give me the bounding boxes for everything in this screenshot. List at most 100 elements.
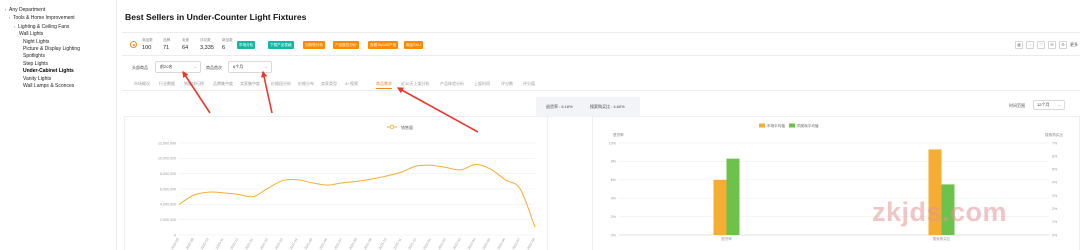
- tab-product-demand[interactable]: 商品需求: [376, 81, 392, 89]
- brand-select[interactable]: 前20名 ⌄: [155, 61, 201, 73]
- tab-rating-value[interactable]: 评分值: [523, 81, 535, 87]
- metrics-summary: 退货率 : 6.16% 搜索购买比 : 4.60%: [536, 97, 640, 117]
- x-tick-label: 2021-09: [363, 237, 373, 250]
- grid-icon[interactable]: ▦: [1015, 41, 1023, 49]
- category-label: Step Lights: [23, 60, 49, 67]
- y-tick-label: 2,000,000: [160, 218, 176, 222]
- right-tick-label: 6%: [1052, 154, 1058, 158]
- x-tick-label: 2022-02: [437, 237, 447, 250]
- left-tick-label: 10%: [609, 141, 617, 145]
- bar: [713, 179, 727, 235]
- attribute-analysis-button[interactable]: 产品属性分析: [333, 41, 359, 49]
- tab-seller-type[interactable]: 卖家类型: [321, 81, 337, 87]
- category-label: Under-Cabinet Lights: [23, 68, 74, 75]
- x-tick-label: 2021-05: [304, 237, 314, 250]
- x-category-label: 退货率: [721, 236, 732, 241]
- tab-listing-time[interactable]: 上架时间: [474, 81, 490, 87]
- category-label: Any Department: [9, 7, 46, 13]
- y-tick-label: 10,000,000: [158, 157, 176, 161]
- chevron-down-icon: ⌄: [193, 64, 197, 69]
- time-range-select[interactable]: 12个月 ⌄: [1033, 100, 1065, 110]
- toolbar-icons: ▦ ↓ ♡ ✉ ⚙ 更多: [1015, 41, 1078, 49]
- stat-value: 3,335: [200, 45, 214, 51]
- tab-brand-concentration[interactable]: 品牌集中度: [213, 81, 233, 87]
- legend-swatch: [759, 123, 765, 128]
- category-night-lights[interactable]: Night Lights: [0, 39, 112, 46]
- sku-button[interactable]: 商品SKU: [404, 41, 423, 49]
- stat-value: 64: [182, 45, 189, 51]
- sidebar-divider: [116, 0, 117, 250]
- heart-icon[interactable]: ♡: [1037, 41, 1045, 49]
- category-label: Vanity Lights: [23, 75, 52, 82]
- category-sidebar: ‹ Any Department ‹ Tools & Home Improvemen…: [0, 0, 112, 250]
- tab-seller-concentration[interactable]: 卖家集中度: [240, 81, 260, 87]
- x-tick-label: 2021-04: [289, 237, 299, 250]
- tab-price-segment[interactable]: 价格段分析: [271, 81, 291, 87]
- category-lighting-fans[interactable]: ‹ Lighting & Ceiling Fans: [0, 23, 112, 31]
- tab-sales-rank[interactable]: 销量排行榜: [184, 81, 204, 87]
- category-under-cabinet[interactable]: Under-Cabinet Lights: [0, 68, 112, 75]
- category-picture-display[interactable]: Picture & Display Lighting: [0, 46, 112, 53]
- stat-value: 71: [163, 45, 170, 51]
- category-tools-home[interactable]: ‹ Tools & Home Improvement: [0, 14, 112, 22]
- right-tick-label: 3%: [1052, 194, 1058, 198]
- time-range-label: 时间范围: [1009, 103, 1025, 108]
- more-button[interactable]: 更多: [1070, 41, 1078, 49]
- x-tick-label: 2022-01: [422, 237, 432, 250]
- time-range-value: 12个月: [1037, 102, 1050, 107]
- cart-analysis-button[interactable]: 加购物分析: [303, 41, 325, 49]
- category-wall-lamps[interactable]: Wall Lamps & Sconces: [0, 83, 112, 90]
- left-tick-label: 8%: [611, 160, 617, 164]
- left-tick-label: 6%: [611, 178, 617, 182]
- tab-a-plus-video[interactable]: A+视频: [345, 81, 358, 87]
- stat-brands: 品牌 71: [163, 38, 170, 51]
- stat-label: 卖家: [182, 38, 190, 42]
- stat-reviews: 评论数 3,335: [200, 38, 214, 51]
- x-tick-label: 2021-12: [408, 237, 418, 250]
- tab-price-distribution[interactable]: 价格分布: [298, 81, 314, 87]
- settings-icon[interactable]: ⚙: [1059, 41, 1067, 49]
- period-select[interactable]: 6个月 ⌄: [228, 61, 272, 73]
- stat-new-products: 新品数 6: [222, 38, 233, 51]
- stats-card: 商品数 100 品牌 71 卖家 64 评论数 3,335 新品数 6 市场分析…: [122, 32, 1080, 56]
- period-select-value: 6个月: [233, 64, 244, 69]
- legend-marker: [389, 124, 395, 130]
- category-label: Wall Lamps & Sconces: [23, 83, 75, 90]
- tab-30day-listing[interactable]: 近30天上架分析: [401, 81, 429, 87]
- legend-swatch: [789, 123, 795, 128]
- stat-products: 商品数 100: [142, 38, 153, 51]
- right-tick-label: 7%: [1052, 141, 1058, 145]
- target-icon: [130, 41, 137, 48]
- tab-rating-count[interactable]: 评分数: [501, 81, 513, 87]
- watermark: zkjds.com: [872, 197, 1008, 227]
- market-analysis-button[interactable]: 市场分析: [237, 41, 256, 49]
- mail-icon[interactable]: ✉: [1048, 41, 1056, 49]
- right-tick-label: 2%: [1052, 207, 1058, 211]
- category-spotlights[interactable]: Spotlights: [0, 53, 112, 60]
- tab-product-experience[interactable]: 产品体验分析: [440, 81, 464, 87]
- x-tick-label: 2020-08: [170, 237, 180, 250]
- x-tick-label: 2021-08: [348, 237, 358, 250]
- tab-industry-data[interactable]: 行业数据: [159, 81, 175, 87]
- left-tick-label: 4%: [611, 197, 617, 201]
- right-tick-label: 1%: [1052, 220, 1058, 224]
- x-tick-label: 2021-03: [274, 237, 284, 250]
- x-tick-label: 2022-04: [467, 237, 477, 250]
- download-table-button[interactable]: 下载产品表格: [268, 41, 294, 49]
- x-tick-label: 2021-02: [259, 237, 269, 250]
- price-filter-label: 商品首次: [206, 65, 222, 70]
- category-label: Picture & Display Lighting: [23, 46, 80, 53]
- category-step-lights[interactable]: Step Lights: [0, 61, 112, 68]
- category-wall-lights[interactable]: Wall Lights: [0, 31, 112, 38]
- sales-line-chart-panel: 销售量 0 2,000,000 4,000,000 6,000,000 8,000,000…: [124, 116, 548, 250]
- left-axis-title: 退货率: [613, 132, 624, 137]
- category-label: Lighting & Ceiling Fans: [18, 23, 70, 30]
- download-icon[interactable]: ↓: [1026, 41, 1034, 49]
- tab-market-overview[interactable]: 市场概况: [134, 81, 150, 87]
- category-vanity-lights[interactable]: Vanity Lights: [0, 76, 112, 83]
- y-tick-label: 4,000,000: [160, 203, 176, 207]
- category-any-department[interactable]: ‹ Any Department: [0, 6, 112, 14]
- top100-button[interactable]: 查看Top100产品: [368, 41, 399, 49]
- category-label: Spotlights: [23, 53, 45, 60]
- rate-bar-chart-panel: 市场平均值 同类商平均值 退货率 搜索购买比 0% 2% 4% 6% 8% 10% 0% 1% 2% 3%…: [592, 116, 1080, 250]
